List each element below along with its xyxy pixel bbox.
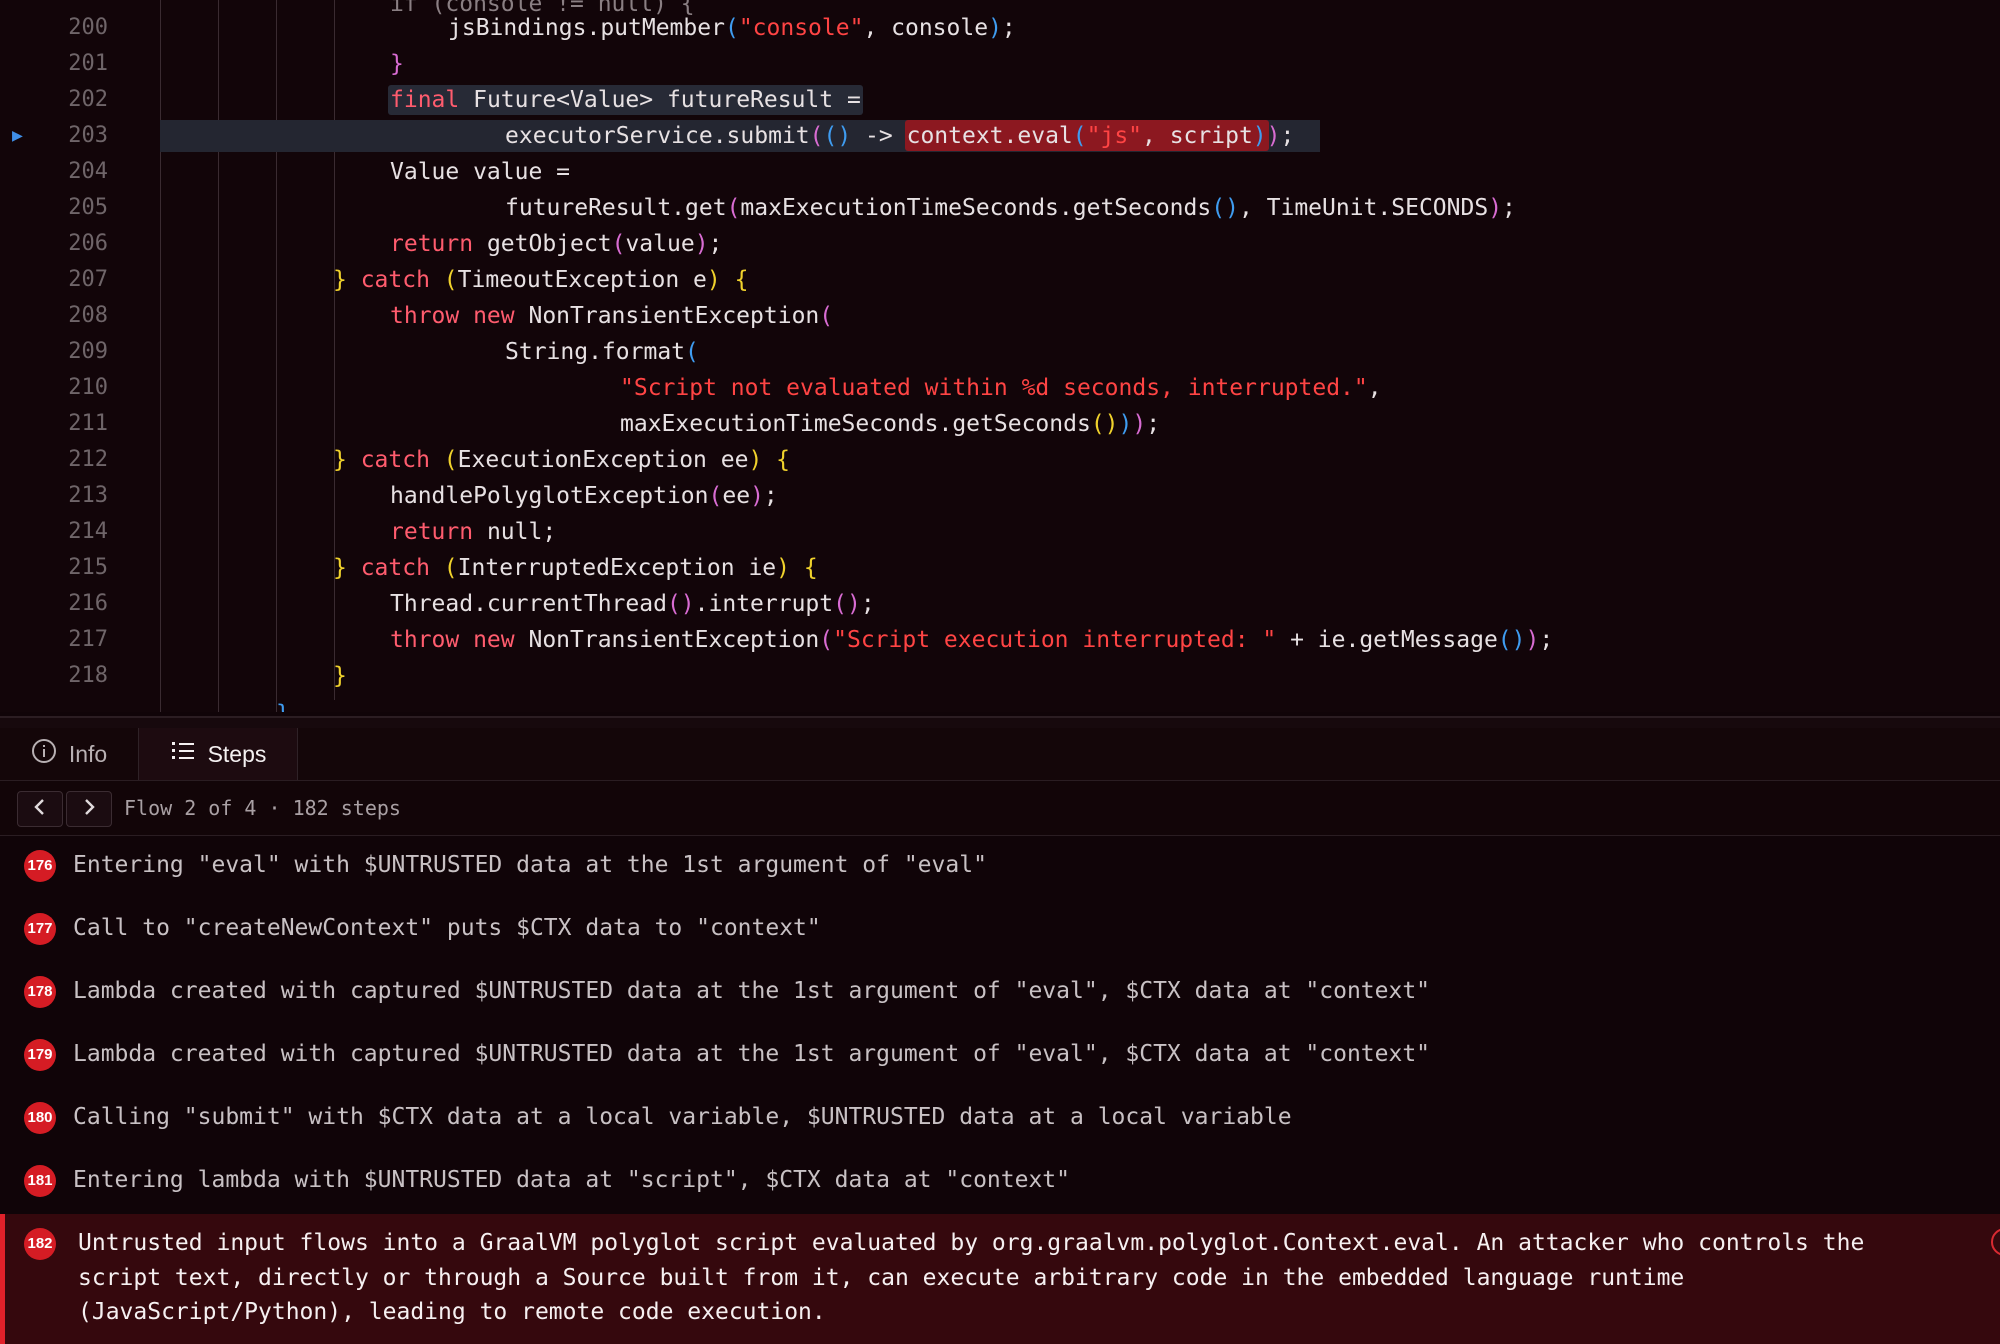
code-line-partial: 219 } <box>0 696 2000 712</box>
code-line: 206 return getObject(value); <box>0 226 2000 262</box>
step-number-badge: 182 <box>24 1228 56 1260</box>
flow-navigation-bar: Flow 2 of 4 · 182 steps <box>0 781 2000 836</box>
code-text: return null; <box>390 519 557 545</box>
code-line: 214 return null; <box>0 514 2000 550</box>
code-line: 215 } catch (InterruptedException ie) { <box>0 550 2000 586</box>
code-line: 208 throw new NonTransientException( <box>0 298 2000 334</box>
code-text: } <box>390 51 404 77</box>
step-number-badge: 177 <box>24 913 56 945</box>
next-flow-button[interactable] <box>66 791 112 827</box>
line-number: 207 <box>68 267 108 292</box>
line-number: 209 <box>68 339 108 364</box>
chevron-left-icon <box>32 798 48 820</box>
step-row[interactable]: 180 Calling "submit" with $CTX data at a … <box>0 1088 2000 1150</box>
code-line: 209 String.format( <box>0 334 2000 370</box>
step-number-badge: 179 <box>24 1039 56 1071</box>
step-row[interactable]: 177 Call to "createNewContext" puts $CTX … <box>0 899 2000 961</box>
code-line-partial: if (console != null) { <box>390 0 695 17</box>
code-line: 212 } catch (ExecutionException ee) { <box>0 442 2000 478</box>
chevron-right-icon <box>81 798 97 820</box>
code-text: executorService.submit(() -> context.eva… <box>505 123 1295 149</box>
list-icon <box>170 738 196 770</box>
line-number: 202 <box>68 87 108 112</box>
code-text: return getObject(value); <box>390 231 723 257</box>
code-line: 210 "Script not evaluated within %d secon… <box>0 370 2000 406</box>
step-description: Call to "createNewContext" puts $CTX dat… <box>73 915 821 941</box>
line-number: 214 <box>68 519 108 544</box>
code-line: 207 } catch (TimeoutException e) { <box>0 262 2000 298</box>
line-number: 211 <box>68 411 108 436</box>
code-text: maxExecutionTimeSeconds.getSeconds())); <box>620 411 1161 437</box>
previous-flow-button[interactable] <box>17 791 63 827</box>
step-description: Calling "submit" with $CTX data at a loc… <box>73 1104 1292 1130</box>
tab-steps[interactable]: Steps <box>138 728 298 780</box>
step-status-icon <box>1991 1228 2000 1256</box>
code-text: final Future<Value> futureResult = <box>390 87 861 113</box>
line-number: 213 <box>68 483 108 508</box>
code-text: } catch (InterruptedException ie) { <box>333 555 818 581</box>
step-row[interactable]: 181 Entering lambda with $UNTRUSTED data … <box>0 1151 2000 1213</box>
code-line: 216 Thread.currentThread().interrupt(); <box>0 586 2000 622</box>
tab-info-label: Info <box>68 740 108 767</box>
code-text: futureResult.get(maxExecutionTimeSeconds… <box>505 195 1516 221</box>
current-step-marker-icon: ▶ <box>12 125 23 146</box>
code-line: 205 futureResult.get(maxExecutionTimeSeco… <box>0 190 2000 226</box>
flow-label: Flow 2 of 4 · 182 steps <box>124 796 401 820</box>
line-number: 212 <box>68 447 108 472</box>
line-number: 218 <box>68 663 108 688</box>
tab-steps-label: Steps <box>207 740 267 767</box>
code-text: throw new NonTransientException("Script … <box>390 627 1554 653</box>
step-number-badge: 178 <box>24 976 56 1008</box>
tab-info[interactable]: Info <box>0 728 138 780</box>
code-line: 217 throw new NonTransientException("Scri… <box>0 622 2000 658</box>
step-number-badge: 181 <box>24 1165 56 1197</box>
code-text: Thread.currentThread().interrupt(); <box>390 591 875 617</box>
step-description: Entering "eval" with $UNTRUSTED data at … <box>73 852 987 878</box>
code-text: } catch (TimeoutException e) { <box>333 267 749 293</box>
line-number: 204 <box>68 159 108 184</box>
step-row[interactable]: 179 Lambda created with captured $UNTRUST… <box>0 1025 2000 1087</box>
line-number: 216 <box>68 591 108 616</box>
step-number-badge: 176 <box>24 850 56 882</box>
step-row[interactable]: 178 Lambda created with captured $UNTRUST… <box>0 962 2000 1024</box>
line-number: 215 <box>68 555 108 580</box>
code-line: ▶ 203 executorService.submit(() -> context… <box>0 118 2000 154</box>
steps-list: 176 Entering "eval" with $UNTRUSTED data … <box>0 836 2000 1344</box>
line-number: 201 <box>68 51 108 76</box>
code-line: 201} <box>0 46 2000 82</box>
line-number: 205 <box>68 195 108 220</box>
line-number: 206 <box>68 231 108 256</box>
code-text: "Script not evaluated within %d seconds,… <box>620 375 1382 401</box>
step-description: Lambda created with captured $UNTRUSTED … <box>73 1041 1431 1067</box>
line-number: 210 <box>68 375 108 400</box>
step-row[interactable]: 176 Entering "eval" with $UNTRUSTED data … <box>0 836 2000 898</box>
code-text: Value value = <box>390 159 571 185</box>
step-row[interactable]: 182 Untrusted input flows into a GraalVM … <box>0 1214 2000 1344</box>
code-line: 202 final Future<Value> futureResult = <box>0 82 2000 118</box>
code-line: 204 Value value = <box>0 154 2000 190</box>
panel-divider[interactable] <box>0 716 2000 728</box>
step-description: Entering lambda with $UNTRUSTED data at … <box>73 1167 1070 1193</box>
line-number: 203 <box>68 123 108 148</box>
code-text: } catch (ExecutionException ee) { <box>333 447 791 473</box>
code-text: } <box>333 663 347 689</box>
code-text: handlePolyglotException(ee); <box>390 483 778 509</box>
step-number-badge: 180 <box>24 1102 56 1134</box>
code-line: 218} <box>0 658 2000 694</box>
panel-tab-bar: Info Steps <box>0 728 2000 781</box>
line-number: 217 <box>68 627 108 652</box>
code-line: 211 maxExecutionTimeSeconds.getSeconds())… <box>0 406 2000 442</box>
code-editor[interactable]: 200 jsBindings.putMember("console", conso… <box>0 0 2000 712</box>
info-icon <box>31 738 57 770</box>
step-description: Untrusted input flows into a GraalVM pol… <box>78 1230 1865 1325</box>
step-description: Lambda created with captured $UNTRUSTED … <box>73 978 1431 1004</box>
code-line: 213 handlePolyglotException(ee); <box>0 478 2000 514</box>
line-number: 208 <box>68 303 108 328</box>
code-text: String.format( <box>505 339 699 365</box>
code-text: throw new NonTransientException( <box>390 303 834 329</box>
